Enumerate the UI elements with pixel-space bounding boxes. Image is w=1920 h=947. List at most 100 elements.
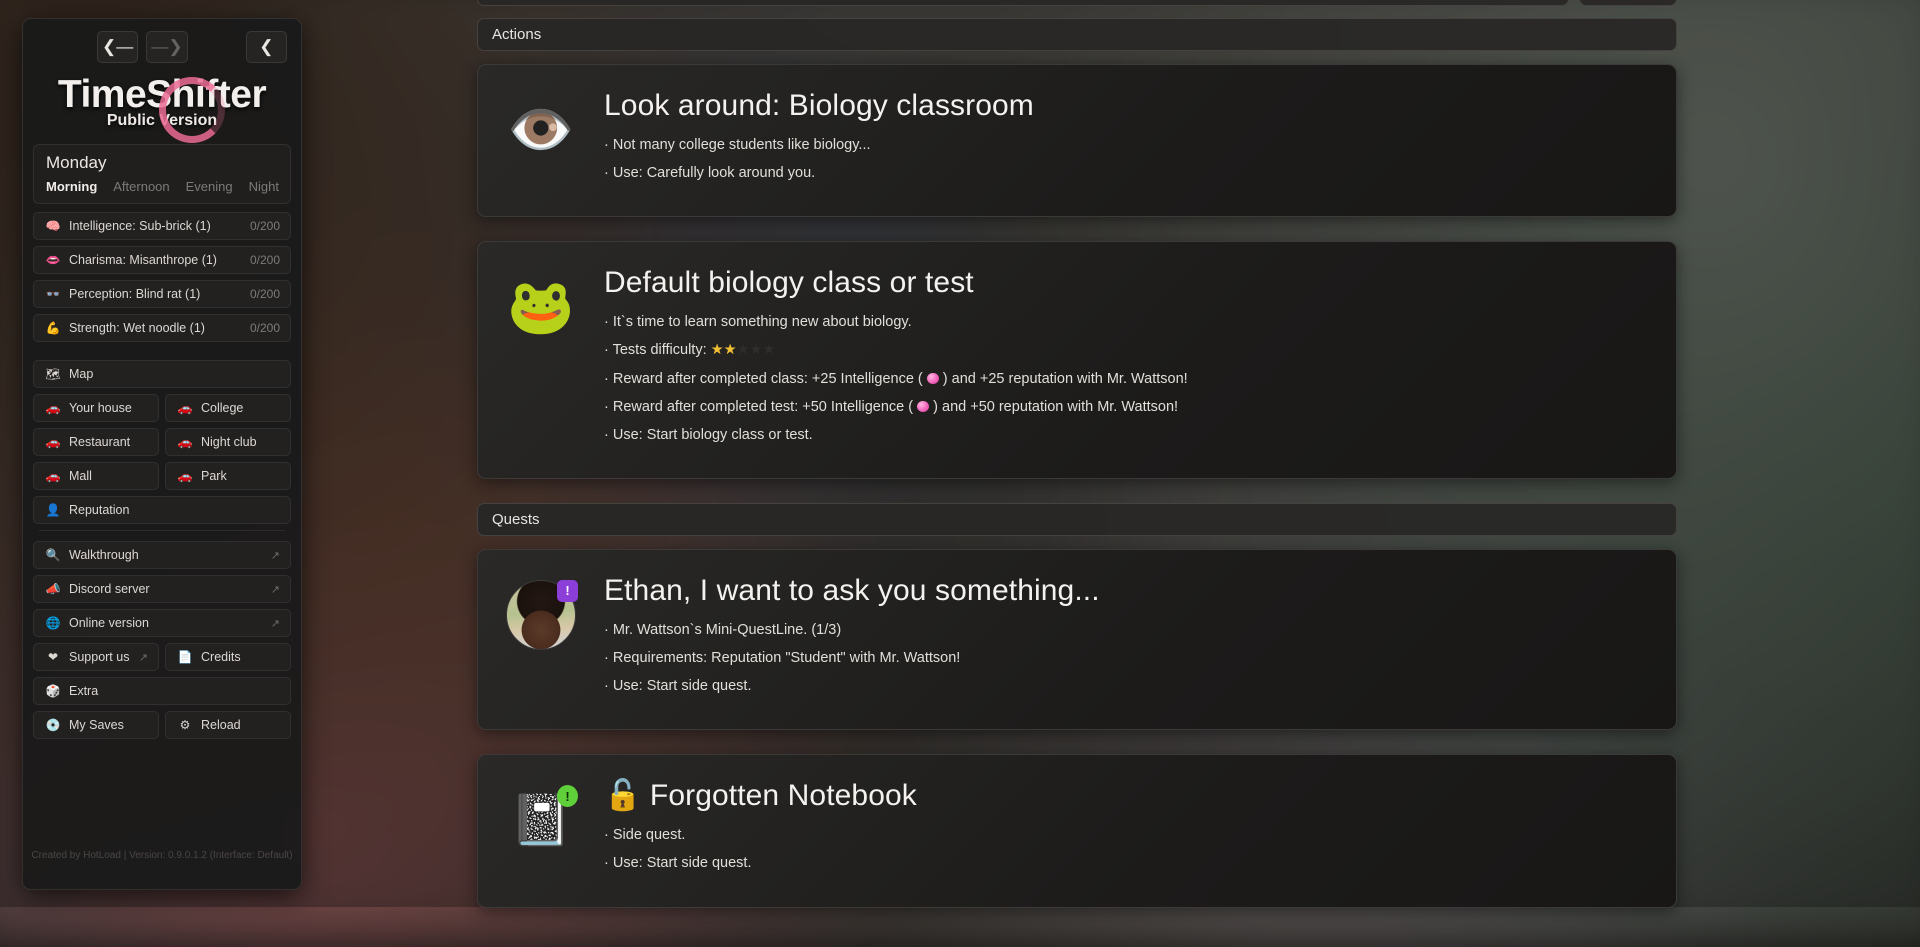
globe-icon: 🌐 [44,616,62,630]
map-place-mall[interactable]: 🚗 Mall [33,462,159,490]
stat-charisma[interactable]: 👄 Charisma: Misanthrope (1) 0/200 [33,246,291,274]
tab-afternoon[interactable]: Afternoon [113,179,169,194]
difficulty-star: ★ [737,342,750,358]
card-line-reward-test: · Reward after completed test: +50 Intel… [604,398,1650,416]
gear-icon: ⚙ [176,718,194,732]
link-label: Online version [69,616,149,630]
muscle-icon: 💪 [44,321,62,335]
notebook-icon: 📓 ! [504,783,578,857]
difficulty-star: ★ [724,342,737,358]
car-icon: 🚗 [176,435,194,449]
frog-icon: 🐸 [504,270,578,344]
heart-icon: ❤ [44,650,62,664]
card-line: · Use: Start biology class or test. [604,426,1650,444]
reputation-button[interactable]: 👤 Reputation [33,496,291,524]
car-icon: 🚗 [176,401,194,415]
link-label: Walkthrough [69,548,139,562]
card-line: · Use: Carefully look around you. [604,164,1650,182]
card-body: Look around: Biology classroom · Not man… [604,87,1650,192]
quest-alert-badge: ! [557,785,578,807]
action-card-biology-class[interactable]: 🐸 Default biology class or test · It`s t… [477,241,1677,479]
tab-evening[interactable]: Evening [186,179,233,194]
map-place-your-house[interactable]: 🚗 Your house [33,394,159,422]
link-label: Discord server [69,582,150,596]
time-of-day-tabs: Morning Afternoon Evening Night [34,175,290,203]
unlocked-padlock-icon: 🔓 [604,779,641,812]
stat-value: 0/200 [250,219,280,233]
quest-avatar: ! [504,578,578,652]
external-link-icon: ↗ [271,583,280,596]
car-icon: 🚗 [44,401,62,415]
magnifier-icon: 🔍 [44,548,62,562]
difficulty-star: ★ [750,342,763,358]
support-us-button[interactable]: ❤ Support us ↗ [33,643,159,671]
difficulty-star: ★ [763,342,776,358]
support-label: Support us [69,650,129,664]
actions-section-header: Actions [477,18,1677,51]
quest-alert-badge: ! [557,580,578,602]
extra-button[interactable]: 🎲 Extra [33,677,291,705]
card-title: Look around: Biology classroom [604,89,1650,122]
card-line: · Side quest. [604,826,1650,844]
brain-icon: 🧠 [44,219,62,233]
stat-value: 0/200 [250,287,280,301]
stat-perception[interactable]: 👓 Perception: Blind rat (1) 0/200 [33,280,291,308]
quest-card-forgotten-notebook[interactable]: 📓 ! 🔓 Forgotten Notebook · Side quest. ·… [477,754,1677,907]
top-partial-row [477,0,1677,6]
card-line-difficulty: · Tests difficulty: ★★★★★ [604,341,1650,359]
collapse-sidebar-button[interactable]: ❮ [246,31,287,63]
map-label: Map [69,367,93,381]
quest-card-ethan[interactable]: ! Ethan, I want to ask you something... … [477,549,1677,730]
card-line: · Use: Start side quest. [604,677,1650,695]
walkthrough-link[interactable]: 🔍 Walkthrough ↗ [33,541,291,569]
back-button[interactable]: ❮— [97,31,138,63]
extra-label: Extra [69,684,98,698]
credits-button[interactable]: 📄 Credits [165,643,291,671]
card-title-text: Forgotten Notebook [650,779,917,812]
logo-ring-icon [159,77,225,143]
card-line: · Not many college students like biology… [604,136,1650,154]
map-place-college[interactable]: 🚗 College [165,394,291,422]
support-credits-row: ❤ Support us ↗ 📄 Credits [33,643,291,671]
stat-value: 0/200 [250,253,280,267]
place-label: Mall [69,469,92,483]
action-card-look-around[interactable]: 👁️ Look around: Biology classroom · Not … [477,64,1677,217]
tab-night[interactable]: Night [249,179,279,194]
map-place-night-club[interactable]: 🚗 Night club [165,428,291,456]
intelligence-dot-icon [917,401,929,412]
forward-button[interactable]: —❯ [146,31,187,63]
my-saves-button[interactable]: 💿 My Saves [33,711,159,739]
stat-intelligence[interactable]: 🧠 Intelligence: Sub-brick (1) 0/200 [33,212,291,240]
place-label: College [201,401,243,415]
main-content: Actions 👁️ Look around: Biology classroo… [477,0,1677,932]
card-line: · Mr. Wattson`s Mini-QuestLine. (1/3) [604,621,1650,639]
top-stub-narrow[interactable] [1579,0,1677,6]
person-icon: 👤 [44,503,62,517]
stat-label: Charisma: Misanthrope (1) [69,253,217,267]
place-label: Night club [201,435,257,449]
tab-morning[interactable]: Morning [46,179,97,194]
card-line-reward-class: · Reward after completed class: +25 Inte… [604,370,1650,388]
car-icon: 🚗 [176,469,194,483]
discord-icon: 📣 [44,582,62,596]
map-row-3: 🚗 Mall 🚗 Park [33,462,291,490]
saves-label: My Saves [69,718,124,732]
card-body: 🔓 Forgotten Notebook · Side quest. · Use… [604,777,1650,882]
stat-strength[interactable]: 💪 Strength: Wet noodle (1) 0/200 [33,314,291,342]
top-stub-wide[interactable] [477,0,1569,6]
map-header[interactable]: 🗺 Map [33,360,291,388]
stat-label: Perception: Blind rat (1) [69,287,200,301]
online-version-link[interactable]: 🌐 Online version ↗ [33,609,291,637]
reload-label: Reload [201,718,241,732]
card-line: · It`s time to learn something new about… [604,313,1650,331]
lips-icon: 👄 [44,253,62,267]
eye-icon: 👁️ [504,93,578,167]
reload-button[interactable]: ⚙ Reload [165,711,291,739]
card-line: · Use: Start side quest. [604,854,1650,872]
place-label: Restaurant [69,435,130,449]
map-place-park[interactable]: 🚗 Park [165,462,291,490]
card-title: 🔓 Forgotten Notebook [604,779,1650,812]
map-place-restaurant[interactable]: 🚗 Restaurant [33,428,159,456]
discord-link[interactable]: 📣 Discord server ↗ [33,575,291,603]
external-link-icon: ↗ [271,549,280,562]
